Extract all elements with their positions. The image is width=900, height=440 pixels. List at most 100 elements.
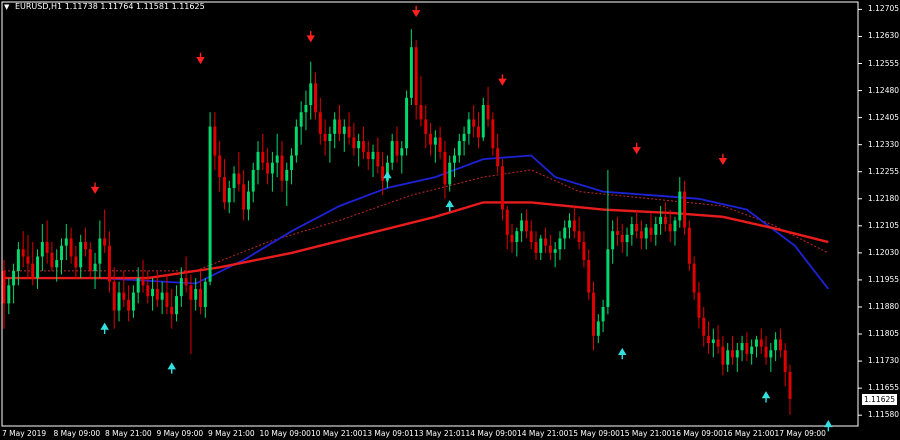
candle-body <box>194 288 198 300</box>
sell-arrow-icon <box>498 74 507 86</box>
candle-body <box>309 83 313 105</box>
candle-body <box>127 299 131 311</box>
candle-body <box>266 162 270 174</box>
price-tick-label: 1.12405 <box>868 112 900 122</box>
candle <box>323 119 327 156</box>
candle <box>745 332 749 362</box>
candle-body <box>261 151 265 163</box>
candle-body <box>644 227 648 239</box>
price-chart[interactable] <box>0 0 900 440</box>
candle <box>79 234 83 279</box>
time-tick-label: 15 May 09:00 <box>568 429 620 438</box>
price-tick-label: 1.11805 <box>868 329 900 339</box>
candle-body <box>500 166 504 210</box>
candle-body <box>592 292 595 336</box>
candle-body <box>697 292 701 318</box>
candle <box>107 231 111 293</box>
buy-arrow-icon <box>383 171 392 183</box>
candle-body <box>625 234 629 243</box>
candle-body <box>366 151 370 160</box>
candle <box>69 227 73 264</box>
candle-body <box>639 231 643 239</box>
candle <box>472 104 476 138</box>
candle <box>788 364 792 415</box>
candle-body <box>424 119 428 134</box>
candle <box>352 123 356 156</box>
candle-body <box>750 346 754 354</box>
candle-body <box>496 148 500 167</box>
candle-body <box>601 306 605 322</box>
candle <box>98 220 102 279</box>
candle <box>285 162 289 206</box>
candle <box>290 148 294 185</box>
time-tick-label: 17 May 09:00 <box>774 429 826 438</box>
candle <box>127 285 131 322</box>
candle <box>333 112 337 149</box>
candle-body <box>45 242 49 253</box>
candle-body <box>510 234 514 243</box>
candle-body <box>683 191 687 228</box>
candle <box>529 220 533 250</box>
candle <box>222 159 226 210</box>
candle-body <box>620 234 624 243</box>
candle-body <box>151 288 155 297</box>
signal-arrows <box>90 5 833 432</box>
candle <box>266 148 270 185</box>
candle <box>759 328 763 354</box>
candle-body <box>390 141 394 163</box>
candle-body <box>50 252 54 268</box>
candle-body <box>726 350 730 365</box>
candle <box>55 249 59 282</box>
candle <box>251 162 255 203</box>
candle <box>366 141 370 170</box>
candle <box>409 29 413 105</box>
candle <box>740 335 744 362</box>
candle <box>750 339 754 365</box>
candle-body <box>328 133 332 142</box>
candle-body <box>352 137 356 149</box>
candle-body <box>630 224 634 235</box>
candle <box>716 325 720 354</box>
candle <box>184 256 188 293</box>
candle <box>673 216 677 246</box>
candle <box>357 133 361 167</box>
candle-body <box>731 350 734 358</box>
candle-body <box>213 126 217 156</box>
candle-body <box>687 227 691 264</box>
candle-body <box>453 155 456 163</box>
candle-body <box>476 126 480 138</box>
candle-body <box>596 321 600 336</box>
candle <box>26 234 30 279</box>
candle <box>769 343 773 372</box>
candle-body <box>79 242 83 268</box>
candle <box>620 224 624 253</box>
buy-arrow-icon <box>445 200 454 212</box>
candle-body <box>774 339 778 351</box>
candle <box>582 231 586 268</box>
candle <box>203 278 207 318</box>
candles <box>2 29 792 415</box>
candle <box>476 112 480 149</box>
candle <box>270 151 274 192</box>
candle-body <box>414 47 418 105</box>
dropdown-triangle-icon[interactable]: ▼ <box>4 3 9 11</box>
buy-arrow-icon <box>824 420 833 432</box>
candle-body <box>280 155 284 181</box>
candle <box>213 112 217 170</box>
price-tick-label: 1.12180 <box>868 193 900 203</box>
candle <box>515 227 519 257</box>
candle <box>390 133 394 170</box>
candle <box>424 104 428 149</box>
candle-body <box>400 148 404 156</box>
candle-body <box>40 242 44 257</box>
time-tick-label: 7 May 2019 <box>2 429 47 438</box>
sell-arrow-icon <box>411 5 421 18</box>
candle <box>754 335 758 358</box>
time-tick-label: 15 May 21:00 <box>620 429 672 438</box>
symbol-label: ▼ EURUSD,H1 1.11738 1.11764 1.11581 1.11… <box>4 2 205 11</box>
candle-body <box>778 339 782 351</box>
price-tick-label: 1.12705 <box>868 4 900 14</box>
candle <box>453 148 456 178</box>
candle-body <box>74 256 78 268</box>
candle-body <box>615 231 619 235</box>
